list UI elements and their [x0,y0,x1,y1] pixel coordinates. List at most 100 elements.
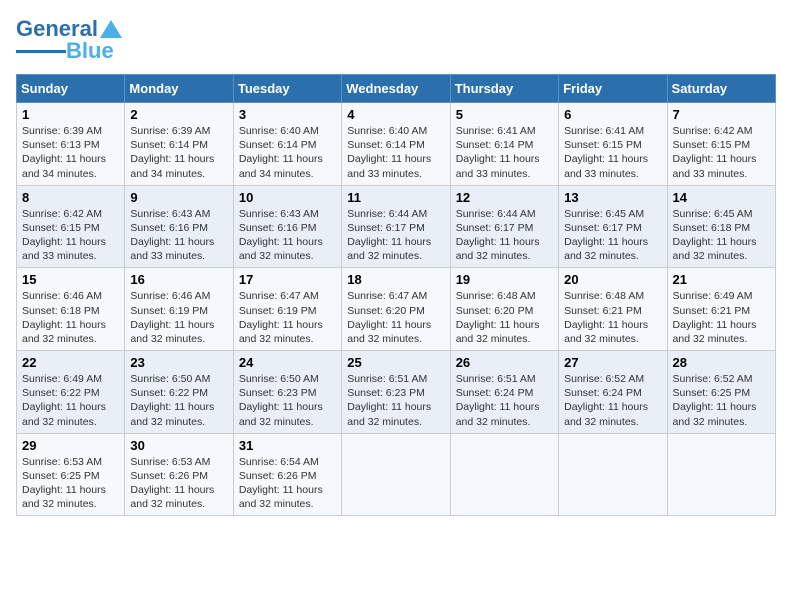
calendar-cell: 14 Sunrise: 6:45 AM Sunset: 6:18 PM Dayl… [667,185,775,268]
day-number: 3 [239,107,336,122]
calendar-cell: 29 Sunrise: 6:53 AM Sunset: 6:25 PM Dayl… [17,433,125,516]
calendar-cell: 2 Sunrise: 6:39 AM Sunset: 6:14 PM Dayli… [125,103,233,186]
day-info: Sunrise: 6:47 AM Sunset: 6:20 PM Dayligh… [347,289,444,346]
calendar-cell: 30 Sunrise: 6:53 AM Sunset: 6:26 PM Dayl… [125,433,233,516]
day-info: Sunrise: 6:49 AM Sunset: 6:21 PM Dayligh… [673,289,770,346]
calendar-cell [667,433,775,516]
weekday-header: Wednesday [342,75,450,103]
day-number: 17 [239,272,336,287]
day-number: 22 [22,355,119,370]
calendar-cell: 15 Sunrise: 6:46 AM Sunset: 6:18 PM Dayl… [17,268,125,351]
weekday-header: Monday [125,75,233,103]
day-info: Sunrise: 6:45 AM Sunset: 6:17 PM Dayligh… [564,207,661,264]
day-number: 26 [456,355,553,370]
day-number: 19 [456,272,553,287]
day-number: 30 [130,438,227,453]
calendar-week-row: 22 Sunrise: 6:49 AM Sunset: 6:22 PM Dayl… [17,351,776,434]
day-number: 25 [347,355,444,370]
day-number: 10 [239,190,336,205]
day-info: Sunrise: 6:41 AM Sunset: 6:15 PM Dayligh… [564,124,661,181]
day-info: Sunrise: 6:39 AM Sunset: 6:13 PM Dayligh… [22,124,119,181]
day-number: 24 [239,355,336,370]
day-info: Sunrise: 6:41 AM Sunset: 6:14 PM Dayligh… [456,124,553,181]
page-header: General Blue [16,16,776,64]
day-number: 13 [564,190,661,205]
day-number: 14 [673,190,770,205]
day-info: Sunrise: 6:53 AM Sunset: 6:25 PM Dayligh… [22,455,119,512]
day-info: Sunrise: 6:51 AM Sunset: 6:24 PM Dayligh… [456,372,553,429]
calendar-cell: 24 Sunrise: 6:50 AM Sunset: 6:23 PM Dayl… [233,351,341,434]
calendar-cell [559,433,667,516]
calendar-cell: 22 Sunrise: 6:49 AM Sunset: 6:22 PM Dayl… [17,351,125,434]
day-info: Sunrise: 6:39 AM Sunset: 6:14 PM Dayligh… [130,124,227,181]
day-number: 31 [239,438,336,453]
day-number: 23 [130,355,227,370]
weekday-header: Sunday [17,75,125,103]
calendar-cell: 3 Sunrise: 6:40 AM Sunset: 6:14 PM Dayli… [233,103,341,186]
calendar-cell: 16 Sunrise: 6:46 AM Sunset: 6:19 PM Dayl… [125,268,233,351]
day-info: Sunrise: 6:50 AM Sunset: 6:23 PM Dayligh… [239,372,336,429]
calendar-cell: 31 Sunrise: 6:54 AM Sunset: 6:26 PM Dayl… [233,433,341,516]
day-number: 6 [564,107,661,122]
day-info: Sunrise: 6:54 AM Sunset: 6:26 PM Dayligh… [239,455,336,512]
calendar-cell: 18 Sunrise: 6:47 AM Sunset: 6:20 PM Dayl… [342,268,450,351]
logo: General Blue [16,16,122,64]
calendar-week-row: 1 Sunrise: 6:39 AM Sunset: 6:13 PM Dayli… [17,103,776,186]
day-number: 12 [456,190,553,205]
calendar-cell: 25 Sunrise: 6:51 AM Sunset: 6:23 PM Dayl… [342,351,450,434]
calendar-cell: 8 Sunrise: 6:42 AM Sunset: 6:15 PM Dayli… [17,185,125,268]
day-info: Sunrise: 6:52 AM Sunset: 6:24 PM Dayligh… [564,372,661,429]
calendar-cell: 19 Sunrise: 6:48 AM Sunset: 6:20 PM Dayl… [450,268,558,351]
calendar-cell: 10 Sunrise: 6:43 AM Sunset: 6:16 PM Dayl… [233,185,341,268]
calendar-week-row: 29 Sunrise: 6:53 AM Sunset: 6:25 PM Dayl… [17,433,776,516]
day-info: Sunrise: 6:43 AM Sunset: 6:16 PM Dayligh… [239,207,336,264]
weekday-header: Tuesday [233,75,341,103]
calendar-cell: 5 Sunrise: 6:41 AM Sunset: 6:14 PM Dayli… [450,103,558,186]
day-info: Sunrise: 6:40 AM Sunset: 6:14 PM Dayligh… [347,124,444,181]
day-info: Sunrise: 6:51 AM Sunset: 6:23 PM Dayligh… [347,372,444,429]
calendar-cell: 27 Sunrise: 6:52 AM Sunset: 6:24 PM Dayl… [559,351,667,434]
logo-icon [100,18,122,40]
calendar-cell: 9 Sunrise: 6:43 AM Sunset: 6:16 PM Dayli… [125,185,233,268]
day-number: 1 [22,107,119,122]
day-info: Sunrise: 6:48 AM Sunset: 6:21 PM Dayligh… [564,289,661,346]
day-info: Sunrise: 6:48 AM Sunset: 6:20 PM Dayligh… [456,289,553,346]
day-number: 29 [22,438,119,453]
day-info: Sunrise: 6:44 AM Sunset: 6:17 PM Dayligh… [347,207,444,264]
calendar-table: SundayMondayTuesdayWednesdayThursdayFrid… [16,74,776,516]
day-number: 2 [130,107,227,122]
calendar-cell: 21 Sunrise: 6:49 AM Sunset: 6:21 PM Dayl… [667,268,775,351]
day-number: 18 [347,272,444,287]
day-info: Sunrise: 6:46 AM Sunset: 6:18 PM Dayligh… [22,289,119,346]
day-number: 15 [22,272,119,287]
day-info: Sunrise: 6:45 AM Sunset: 6:18 PM Dayligh… [673,207,770,264]
calendar-cell: 12 Sunrise: 6:44 AM Sunset: 6:17 PM Dayl… [450,185,558,268]
calendar-cell: 13 Sunrise: 6:45 AM Sunset: 6:17 PM Dayl… [559,185,667,268]
calendar-week-row: 15 Sunrise: 6:46 AM Sunset: 6:18 PM Dayl… [17,268,776,351]
calendar-week-row: 8 Sunrise: 6:42 AM Sunset: 6:15 PM Dayli… [17,185,776,268]
day-info: Sunrise: 6:40 AM Sunset: 6:14 PM Dayligh… [239,124,336,181]
calendar-cell: 7 Sunrise: 6:42 AM Sunset: 6:15 PM Dayli… [667,103,775,186]
day-number: 28 [673,355,770,370]
calendar-cell: 4 Sunrise: 6:40 AM Sunset: 6:14 PM Dayli… [342,103,450,186]
weekday-header: Thursday [450,75,558,103]
day-number: 20 [564,272,661,287]
calendar-cell: 26 Sunrise: 6:51 AM Sunset: 6:24 PM Dayl… [450,351,558,434]
day-info: Sunrise: 6:49 AM Sunset: 6:22 PM Dayligh… [22,372,119,429]
day-info: Sunrise: 6:42 AM Sunset: 6:15 PM Dayligh… [22,207,119,264]
day-number: 4 [347,107,444,122]
weekday-header: Saturday [667,75,775,103]
day-info: Sunrise: 6:52 AM Sunset: 6:25 PM Dayligh… [673,372,770,429]
day-info: Sunrise: 6:46 AM Sunset: 6:19 PM Dayligh… [130,289,227,346]
calendar-cell: 20 Sunrise: 6:48 AM Sunset: 6:21 PM Dayl… [559,268,667,351]
calendar-cell [342,433,450,516]
day-number: 7 [673,107,770,122]
calendar-cell [450,433,558,516]
day-info: Sunrise: 6:42 AM Sunset: 6:15 PM Dayligh… [673,124,770,181]
day-info: Sunrise: 6:50 AM Sunset: 6:22 PM Dayligh… [130,372,227,429]
day-info: Sunrise: 6:44 AM Sunset: 6:17 PM Dayligh… [456,207,553,264]
day-number: 27 [564,355,661,370]
day-number: 5 [456,107,553,122]
calendar-cell: 23 Sunrise: 6:50 AM Sunset: 6:22 PM Dayl… [125,351,233,434]
day-info: Sunrise: 6:47 AM Sunset: 6:19 PM Dayligh… [239,289,336,346]
